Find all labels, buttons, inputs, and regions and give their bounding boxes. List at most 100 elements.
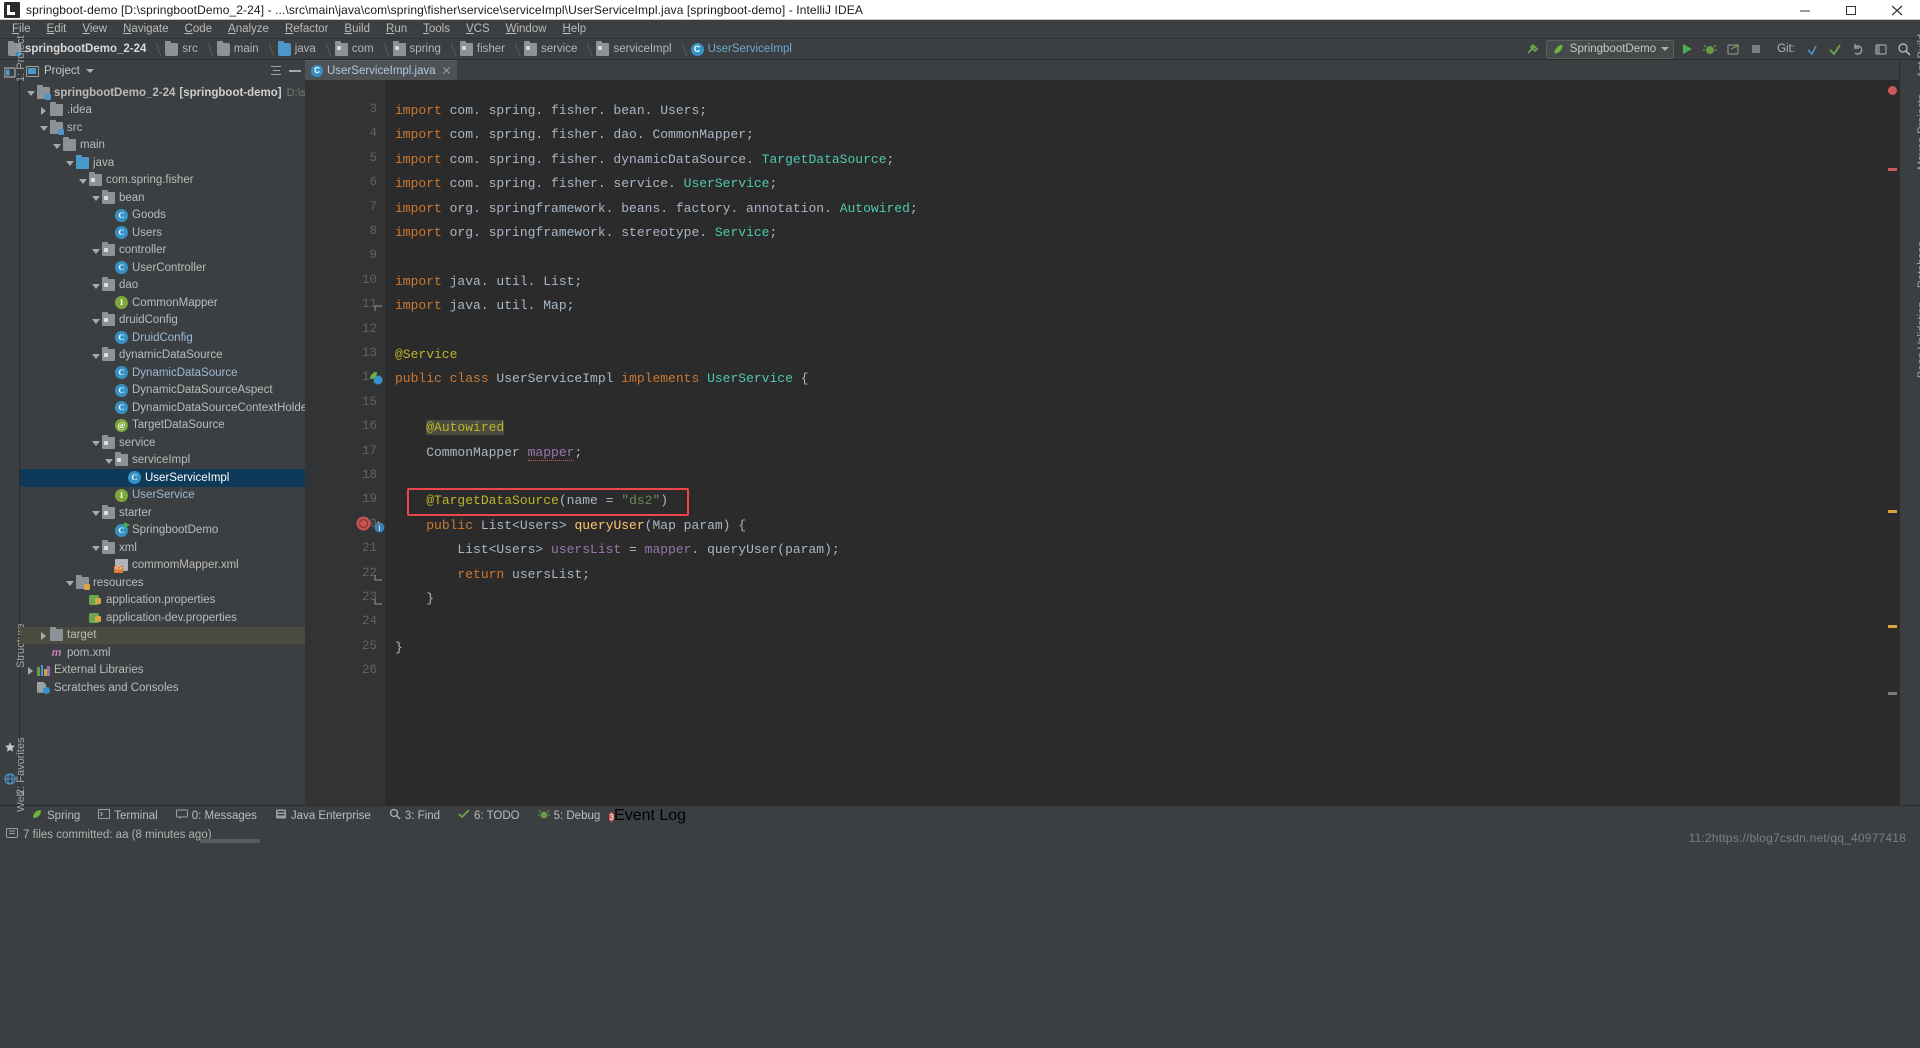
collapse-all-icon[interactable] [270,65,282,77]
maximize-button[interactable] [1828,0,1874,20]
maven-projects-strip-label[interactable]: Maven Projects [1916,94,1920,170]
minimize-button[interactable] [1782,0,1828,20]
tree-item-bean[interactable]: bean [20,189,305,207]
breadcrumb-item-main[interactable]: main [215,39,276,60]
tree-item-springbootdemo[interactable]: C SpringbootDemo [20,521,305,540]
tree-item-scratches-and-consoles[interactable]: Scratches and Consoles [20,679,305,697]
editor-marker-bar[interactable] [1885,80,1899,805]
tree-item-main[interactable]: main [20,137,305,155]
gutter-class-marker-icon[interactable] [369,371,383,390]
tree-item-goods[interactable]: C Goods [20,207,305,225]
menu-item-analyze[interactable]: Analyze [220,20,277,39]
gutter-breakpoint-icon[interactable] [356,516,371,536]
chevron-down-icon[interactable] [78,176,87,185]
breadcrumb-item-src[interactable]: src [163,39,214,60]
search-everywhere-icon[interactable] [1894,40,1914,59]
menu-item-edit[interactable]: Edit [39,20,75,39]
menu-item-window[interactable]: Window [498,20,555,39]
close-icon[interactable] [442,66,451,75]
bean-validation-strip-label[interactable]: Bean Validation [1916,302,1920,378]
tree-item-service[interactable]: service [20,434,305,452]
debug-button[interactable] [1700,40,1720,59]
chevron-down-icon[interactable] [91,543,100,552]
tree-item-xml[interactable]: xml [20,539,305,557]
chevron-down-icon[interactable] [85,69,94,73]
tool-button-spring[interactable]: Spring [22,806,89,826]
run-with-coverage-button[interactable] [1723,40,1743,59]
project-tree[interactable]: springbootDemo_2-24 [springboot-demo] D:\s… [20,82,305,805]
database-strip-label[interactable]: Database [1916,241,1920,288]
tool-button-java-enterprise[interactable]: Java Enterprise [266,806,380,826]
editor-tab-userserviceimpl[interactable]: C UserServiceImpl.java [305,60,457,80]
tree-item-target[interactable]: target [20,626,305,644]
menu-item-vcs[interactable]: VCS [458,20,498,39]
hide-panel-icon[interactable] [289,70,301,72]
chevron-down-icon[interactable] [91,351,100,360]
chevron-down-icon[interactable] [91,246,100,255]
breadcrumb-item-fisher[interactable]: fisher [458,39,522,60]
chevron-down-icon[interactable] [26,88,35,97]
fold-marker-icon[interactable] [374,569,383,587]
tree-item-controller[interactable]: controller [20,242,305,260]
chevron-down-icon[interactable] [91,316,100,325]
tree-item-usercontroller[interactable]: C UserController [20,259,305,277]
build-hammer-icon[interactable] [1523,40,1543,59]
event-log-label[interactable]: Event Log [614,807,686,824]
close-button[interactable] [1874,0,1920,20]
breadcrumb-item-service[interactable]: service [522,39,594,60]
stop-button[interactable] [1746,40,1766,59]
tree-item-dao[interactable]: dao [20,277,305,295]
chevron-down-icon[interactable] [104,456,113,465]
run-configuration-selector[interactable]: SpringbootDemo [1545,39,1675,59]
tree-item-resources[interactable]: resources [20,574,305,592]
tree-item-commonmapper[interactable]: I CommonMapper [20,294,305,312]
tree-item-userserviceimpl[interactable]: C UserServiceImpl [20,469,305,487]
tool-button-5--debug[interactable]: 5: Debug [529,806,610,826]
tree-item--idea[interactable]: .idea [20,102,305,120]
menu-item-navigate[interactable]: Navigate [115,20,176,39]
chevron-right-icon[interactable] [39,631,48,640]
marker[interactable] [1888,168,1897,171]
chevron-down-icon[interactable] [91,193,100,202]
menu-item-tools[interactable]: Tools [415,20,458,39]
menu-item-help[interactable]: Help [555,20,595,39]
tree-item-java[interactable]: java [20,154,305,172]
breadcrumb-item-springbootdemo-2-24[interactable]: springbootDemo_2-24 [6,39,163,60]
chevron-down-icon[interactable] [65,158,74,167]
chevron-down-icon[interactable] [91,508,100,517]
marker[interactable] [1888,692,1897,695]
undo-icon[interactable] [1848,40,1868,59]
tree-item-userservice[interactable]: I UserService [20,487,305,505]
menu-item-run[interactable]: Run [378,20,415,39]
breadcrumb-item-serviceimpl[interactable]: serviceImpl [594,39,688,60]
tree-item-druidconfig[interactable]: druidConfig [20,312,305,330]
tree-item-serviceimpl[interactable]: serviceImpl [20,452,305,470]
git-update-icon[interactable] [1802,40,1822,59]
tree-item-external-libraries[interactable]: External Libraries [20,662,305,680]
error-stripe-icon[interactable] [1888,86,1897,95]
tree-item-dynamicdatasourceaspect[interactable]: C DynamicDataSourceAspect [20,382,305,400]
chevron-down-icon[interactable] [39,123,48,132]
tree-item-pom-xml[interactable]: m pom.xml [20,644,305,662]
tree-item-springbootdemo-2-24[interactable]: springbootDemo_2-24 [springboot-demo] D:\s… [20,84,305,102]
tree-item-src[interactable]: src [20,119,305,137]
breadcrumb-item-spring[interactable]: spring [391,39,458,60]
tree-item-druidconfig[interactable]: C DruidConfig [20,329,305,347]
tree-item-starter[interactable]: starter [20,504,305,522]
tool-button-6--todo[interactable]: 6: TODO [449,806,529,826]
tool-button-3--find[interactable]: 3: Find [380,806,449,826]
menu-item-refactor[interactable]: Refactor [277,20,336,39]
git-commit-icon[interactable] [1825,40,1845,59]
tree-item-com-spring-fisher[interactable]: com.spring.fisher [20,172,305,190]
editor-body[interactable]: 3456789101112131415161718192021222324252… [305,80,1899,805]
chevron-right-icon[interactable] [26,666,35,675]
tree-item-commommapper-xml[interactable]: commomMapper.xml [20,557,305,575]
breadcrumb-item-java[interactable]: java [276,39,333,60]
breadcrumb-item-userserviceimpl[interactable]: C UserServiceImpl [689,39,795,60]
code-content[interactable]: import com. spring. fisher. bean. Users;… [385,80,1885,805]
chevron-down-icon[interactable] [91,438,100,447]
tree-item-application-properties[interactable]: application.properties [20,592,305,610]
fold-marker-icon[interactable] [374,300,383,318]
tree-item-application-dev-properties[interactable]: application-dev.properties [20,609,305,627]
run-button[interactable] [1677,40,1697,59]
